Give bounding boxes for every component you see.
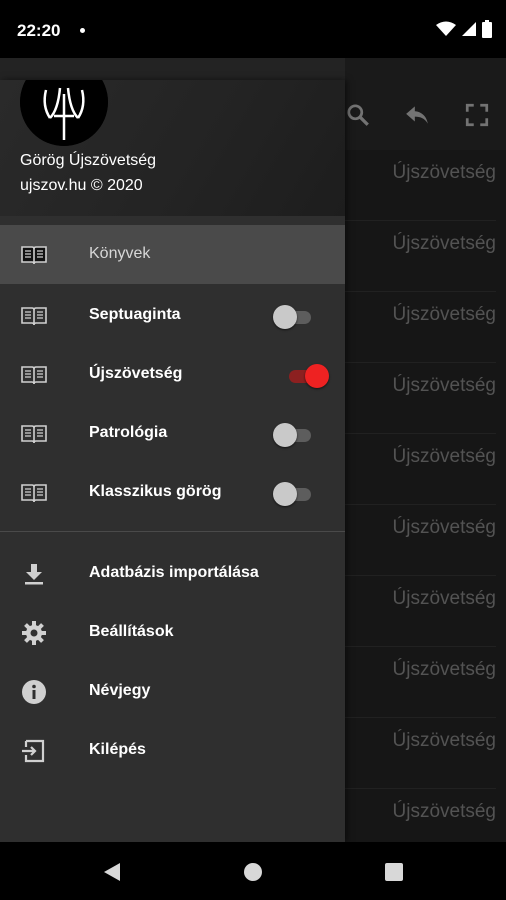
drawer-divider — [0, 531, 345, 532]
back-icon[interactable] — [100, 860, 124, 884]
septuaginta-toggle[interactable] — [273, 305, 313, 329]
wifi-icon — [436, 21, 456, 36]
ujszovetseg-toggle[interactable] — [283, 364, 329, 388]
patrologia-toggle[interactable] — [273, 423, 313, 447]
drawer-subtitle: ujszov.hu © 2020 — [20, 177, 143, 194]
drawer-item-label: Adatbázis importálása — [89, 564, 259, 581]
notification-dot-icon — [80, 28, 85, 33]
status-icons — [436, 20, 492, 38]
drawer-item-label: Kilépés — [89, 741, 146, 758]
home-icon[interactable] — [241, 860, 265, 884]
drawer-item-settings[interactable]: Beállítások — [0, 603, 345, 662]
drawer-item-label: Patrológia — [89, 424, 168, 441]
status-bar: 22:20 — [0, 0, 506, 58]
drawer-item-label: Névjegy — [89, 682, 151, 699]
drawer-item-label: Újszövetség — [89, 365, 183, 382]
drawer-item-konyvek[interactable]: Könyvek — [0, 225, 345, 284]
drawer-item-septuaginta[interactable]: Septuaginta — [0, 286, 345, 345]
battery-icon — [482, 20, 492, 38]
system-nav-bar — [0, 842, 506, 900]
book-icon — [21, 366, 47, 385]
status-time: 22:20 — [17, 21, 61, 40]
drawer-item-ujszovetseg[interactable]: Újszövetség — [0, 345, 345, 404]
book-icon — [21, 307, 47, 326]
info-icon — [22, 680, 46, 704]
drawer-item-import[interactable]: Adatbázis importálása — [0, 544, 345, 603]
gear-icon — [22, 621, 46, 645]
drawer-item-patrologia[interactable]: Patrológia — [0, 404, 345, 463]
drawer-title: Görög Újszövetség — [20, 152, 157, 169]
recents-icon[interactable] — [382, 860, 406, 884]
exit-icon — [22, 739, 45, 763]
drawer-header: Görög Újszövetség ujszov.hu © 2020 — [0, 80, 345, 216]
drawer-item-label: Könyvek — [89, 245, 151, 262]
book-icon — [21, 246, 47, 265]
book-icon — [21, 425, 47, 444]
drawer-item-klasszikus-gorog[interactable]: Klasszikus görög — [0, 463, 345, 522]
book-icon — [21, 484, 47, 503]
drawer-item-label: Septuaginta — [89, 306, 181, 323]
drawer-item-label: Beállítások — [89, 623, 174, 640]
signal-icon — [462, 22, 476, 36]
navigation-drawer: Görög Újszövetség ujszov.hu © 2020 Könyv… — [0, 80, 345, 842]
app-logo-icon — [20, 80, 108, 146]
drawer-scrim[interactable] — [345, 58, 506, 842]
drawer-item-about[interactable]: Névjegy — [0, 662, 345, 721]
drawer-item-exit[interactable]: Kilépés — [0, 721, 345, 780]
download-icon — [25, 564, 43, 585]
klasszikus-gorog-toggle[interactable] — [273, 482, 313, 506]
drawer-item-label: Klasszikus görög — [89, 483, 222, 500]
